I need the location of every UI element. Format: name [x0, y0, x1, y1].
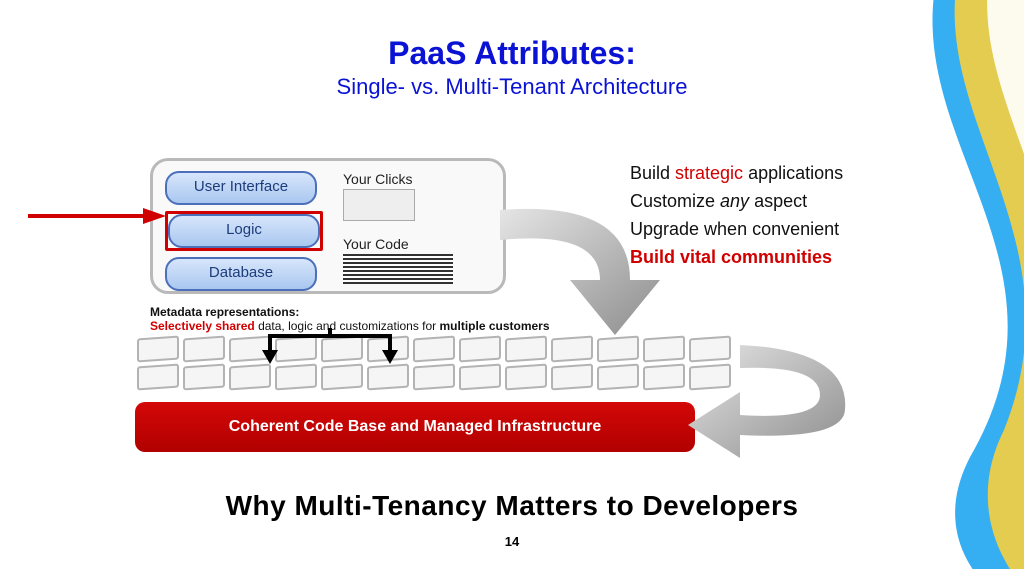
app-stack-box: User Interface Logic Database Your Click… — [150, 158, 506, 294]
tenant-cube — [137, 336, 179, 363]
tenant-cube — [413, 364, 455, 391]
flow-arrow-down-icon — [480, 180, 680, 340]
tenant-cube — [597, 336, 639, 363]
tenant-cube — [183, 336, 225, 363]
branch-arrows-icon — [250, 326, 410, 366]
layer-logic-highlight: Logic — [165, 211, 323, 251]
layer-db: Database — [165, 257, 317, 291]
tenant-cube — [643, 336, 685, 363]
tenant-cube — [505, 336, 547, 363]
slide-number: 14 — [0, 534, 1024, 549]
tenant-cube — [459, 336, 501, 363]
tenant-cube — [551, 364, 593, 391]
tenant-cube — [367, 364, 409, 391]
mouse-hand-icon — [343, 189, 415, 221]
tenant-cube — [643, 364, 685, 391]
tenant-cube — [505, 364, 547, 391]
tenant-cube — [137, 364, 179, 391]
layer-ui: User Interface — [165, 171, 317, 205]
layer-logic: Logic — [168, 214, 320, 248]
slide-subtitle: Single- vs. Multi-Tenant Architecture — [0, 74, 1024, 100]
tenant-cube — [689, 336, 731, 363]
tenant-cube — [597, 364, 639, 391]
tenant-cube — [459, 364, 501, 391]
highlight-arrow-icon — [28, 206, 168, 226]
slide-title: PaaS Attributes: — [0, 35, 1024, 72]
tenant-cube — [321, 364, 363, 391]
tenant-cube — [229, 364, 271, 391]
tenant-cube — [183, 364, 225, 391]
tenant-cube — [275, 364, 317, 391]
diagram-area: User Interface Logic Database Your Click… — [60, 130, 880, 480]
infrastructure-banner: Coherent Code Base and Managed Infrastru… — [135, 402, 695, 452]
slide-tagline: Why Multi-Tenancy Matters to Developers — [0, 490, 1024, 522]
tenant-cube — [551, 336, 593, 363]
your-clicks-label: Your Clicks — [343, 171, 493, 187]
your-code-label: Your Code — [343, 236, 493, 252]
tenant-instances-row: /* placeholder — cubes row filled below … — [135, 335, 715, 393]
tenant-cube — [413, 336, 455, 363]
code-snippet-icon — [343, 254, 453, 284]
tenant-cube — [689, 364, 731, 391]
